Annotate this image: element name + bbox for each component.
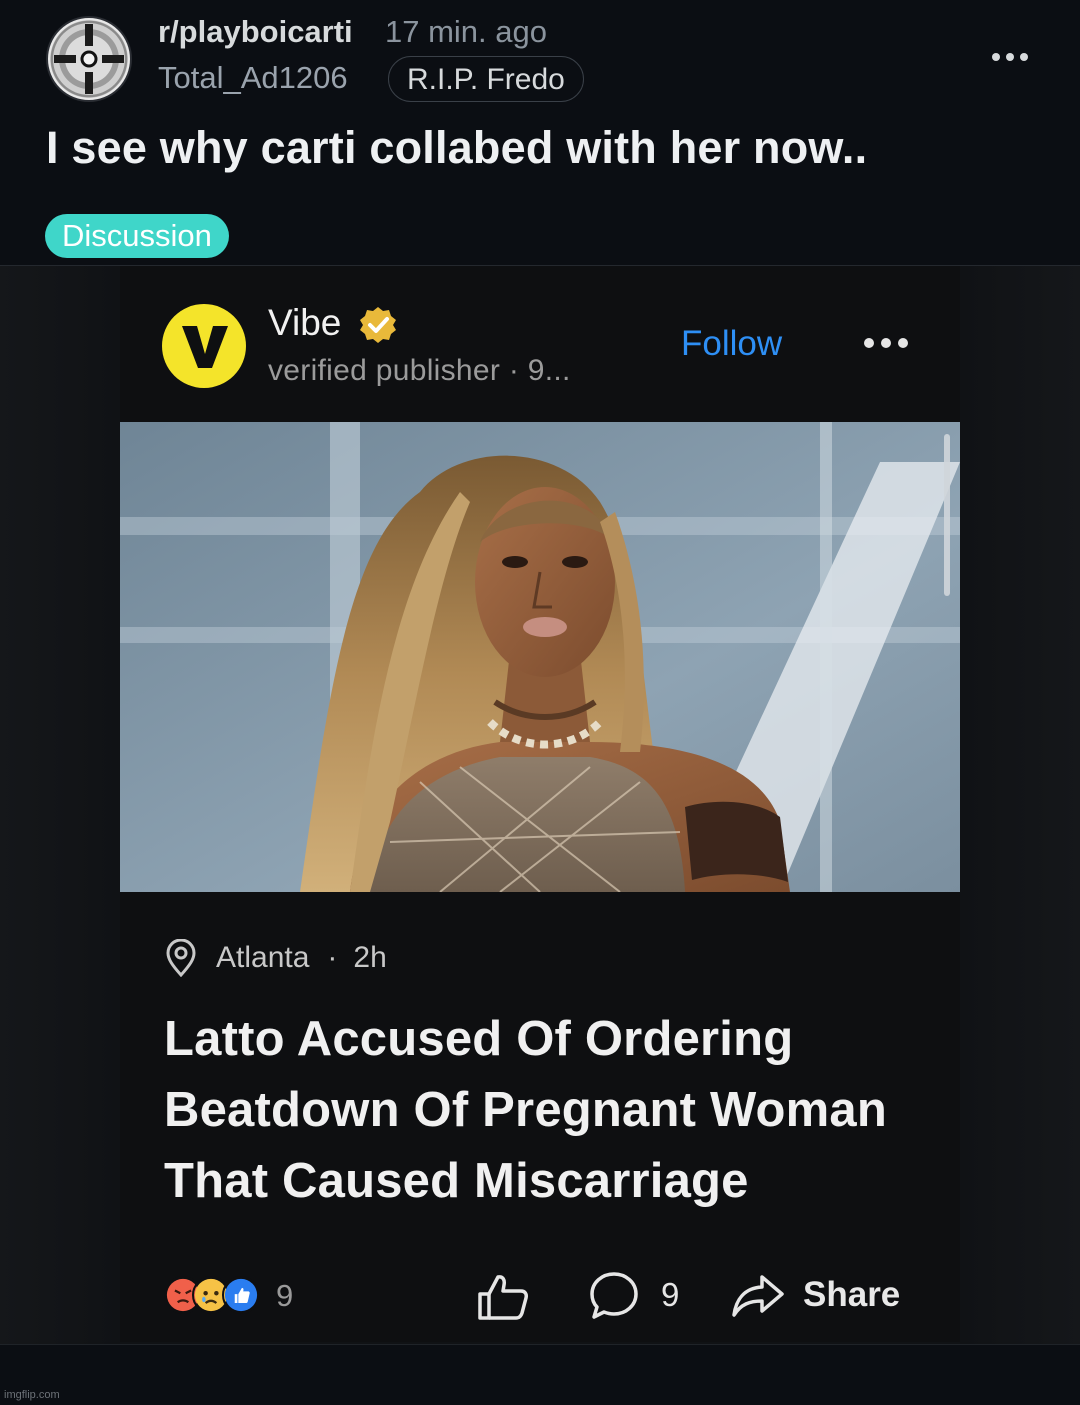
article-photo[interactable] <box>120 422 960 892</box>
article-time: 2h <box>353 941 387 974</box>
comment-bubble-icon[interactable] <box>588 1270 640 1322</box>
ellipsis-icon <box>992 53 1000 61</box>
author-username[interactable]: Total_Ad1206 <box>158 60 348 96</box>
share-arrow-icon[interactable] <box>730 1272 786 1320</box>
follow-button[interactable]: Follow <box>681 324 782 364</box>
subreddit-avatar[interactable] <box>46 16 132 102</box>
like-reaction-icon <box>222 1276 260 1314</box>
imgflip-watermark: imgflip.com <box>4 1389 60 1401</box>
location-row: Atlanta · 2h <box>164 938 387 978</box>
thumbs-up-icon[interactable] <box>476 1272 530 1322</box>
subreddit-name[interactable]: r/playboicarti <box>158 14 353 50</box>
card-more-button[interactable] <box>860 328 912 358</box>
vinyl-record-icon <box>53 23 125 95</box>
reaction-count: 9 <box>276 1278 294 1313</box>
scrollbar-thumb[interactable] <box>944 434 950 596</box>
article-headline[interactable]: Latto Accused Of Ordering Beatdown Of Pr… <box>164 1004 944 1217</box>
location-pin-icon <box>166 939 196 977</box>
post-header: r/playboicarti 17 min. ago Total_Ad1206 … <box>0 0 1080 266</box>
post-title[interactable]: I see why carti collabed with her now.. <box>46 122 867 174</box>
publisher-name[interactable]: Vibe <box>268 302 341 344</box>
post-more-button[interactable] <box>988 40 1032 74</box>
article-photo-illustration <box>120 422 960 892</box>
verified-badge-icon <box>360 307 396 343</box>
post-tag[interactable]: Discussion <box>45 214 229 258</box>
publisher-meta: verified publisher · 9... <box>268 354 571 387</box>
share-button[interactable]: Share <box>803 1275 900 1315</box>
article-location: Atlanta <box>216 941 310 974</box>
ellipsis-icon <box>864 338 874 348</box>
location-separator: · <box>327 941 338 974</box>
bottom-bar <box>0 1344 1080 1405</box>
publisher-logo[interactable] <box>162 304 246 388</box>
embedded-news-card[interactable]: Vibe verified publisher · 9... Follow At… <box>120 266 960 1342</box>
vibe-logo-icon <box>163 305 245 387</box>
comment-count: 9 <box>661 1276 680 1313</box>
post-time: 17 min. ago <box>385 14 547 49</box>
author-flair: R.I.P. Fredo <box>388 56 584 102</box>
